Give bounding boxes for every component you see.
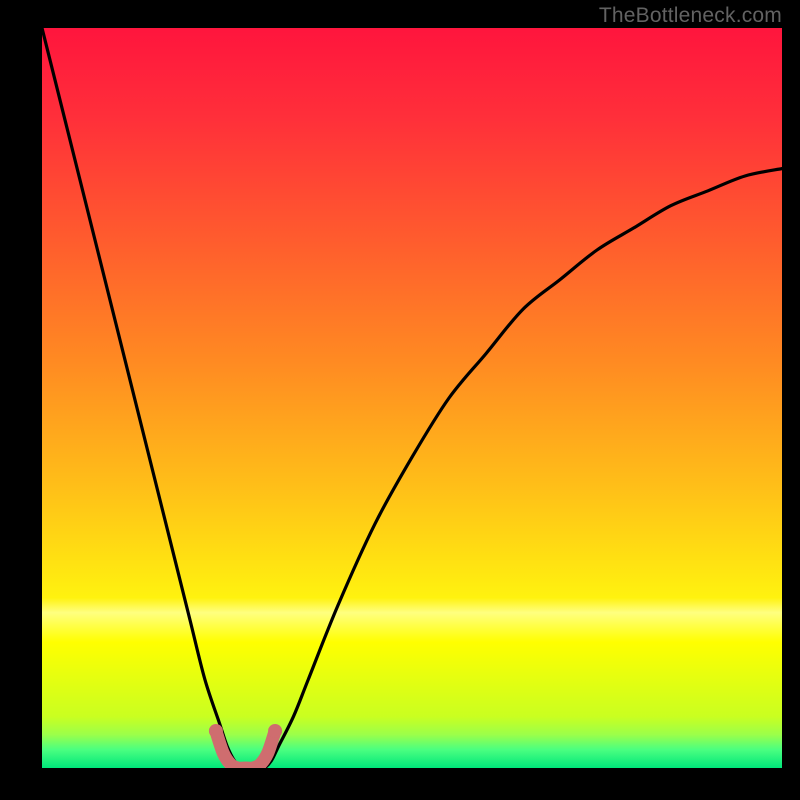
plot-area (42, 28, 782, 768)
watermark-text: TheBottleneck.com (599, 4, 782, 28)
bottleneck-curve (42, 28, 782, 768)
chart-frame: TheBottleneck.com (0, 0, 800, 800)
